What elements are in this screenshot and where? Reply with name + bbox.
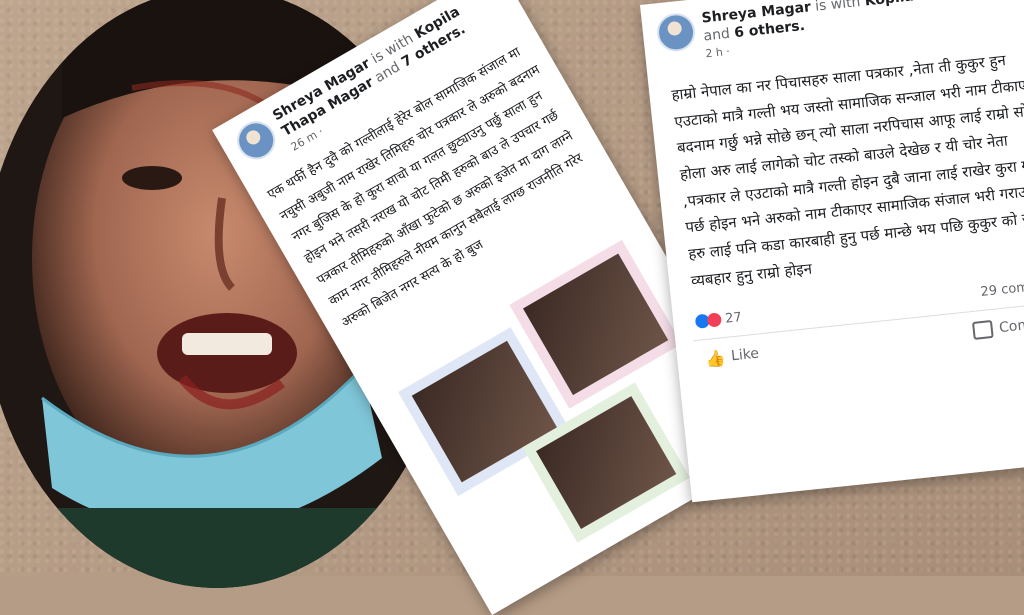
comment-label: Comment [998, 313, 1024, 337]
with-text: is with [814, 0, 862, 15]
facebook-post-right: Shreya Magar is with Kopila Thapa Magar … [640, 0, 1024, 503]
like-label: Like [730, 345, 760, 365]
comment-icon [972, 319, 995, 340]
avatar[interactable] [655, 11, 697, 54]
comment-count[interactable]: 29 comments [980, 275, 1024, 299]
reaction-count: 27 [724, 309, 743, 327]
like-button[interactable]: 👍 Like [704, 344, 760, 369]
reactions[interactable]: 27 [694, 309, 743, 330]
thumbs-up-icon: 👍 [704, 347, 727, 369]
comment-button[interactable]: Comment [972, 312, 1024, 341]
love-reaction-icon [706, 312, 723, 328]
avatar[interactable] [230, 114, 283, 167]
post-text: हाम्रो नेपाल का नर पिचासहरु साला पत्रकार… [670, 51, 1024, 290]
tagged-name[interactable]: Kopila Thapa Magar [864, 0, 1022, 9]
and-text: and [702, 25, 731, 44]
